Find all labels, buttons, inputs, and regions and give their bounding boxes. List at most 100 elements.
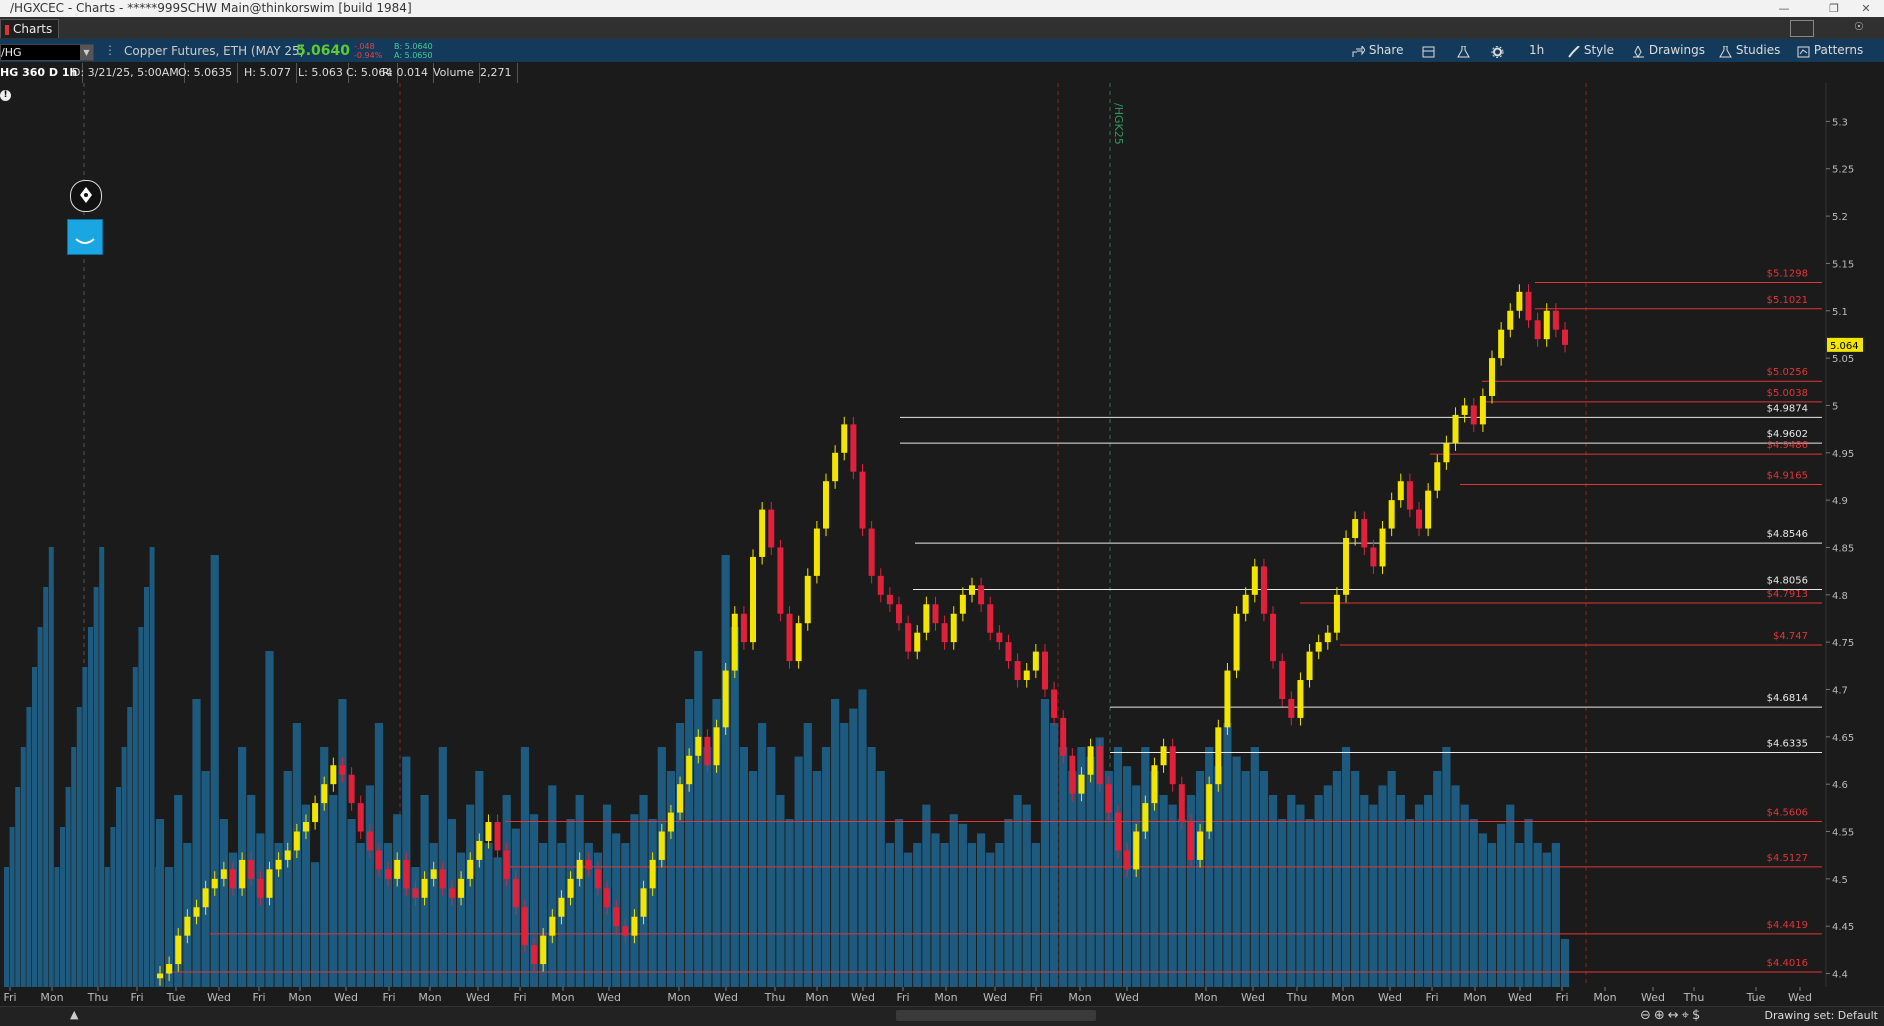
price-tick-label: 5.15 [1832, 259, 1854, 270]
volume-bar [1305, 819, 1314, 987]
link-icon[interactable]: ⋮ [104, 43, 116, 57]
volume-bar [43, 587, 49, 987]
time-tick-label: Mon [288, 991, 311, 1004]
price-level-label: $5.0256 [1767, 367, 1808, 378]
settings-button[interactable] [1491, 41, 1504, 60]
volume-bar [37, 627, 43, 987]
candle-body [823, 481, 830, 529]
volume-bar [666, 771, 676, 987]
tab-charts[interactable]: Charts [0, 19, 60, 38]
price-chart[interactable]: $5.1298 $5.1021 $5.0256 $5.0038 $4.9874 $4.96… [0, 83, 1884, 1006]
candle-body [877, 575, 884, 595]
candle-body [1087, 746, 1094, 775]
alert-icon[interactable]: ! [0, 90, 11, 101]
symbol-selector[interactable]: /HG ▼ [0, 44, 94, 61]
time-tick-label: Mon [805, 991, 828, 1004]
candle-body [1032, 651, 1039, 671]
drawing-pen-icon[interactable] [70, 180, 102, 212]
share-button[interactable]: Share [1352, 41, 1403, 60]
candle-body [1516, 291, 1523, 311]
time-tick-label: Wed [1115, 991, 1139, 1004]
candle-body [804, 575, 811, 624]
volume-bar [803, 723, 812, 987]
volume-bar [1259, 771, 1269, 987]
collapse-icon[interactable]: ▲ [70, 1008, 78, 1021]
studies-button[interactable]: Studies [1719, 41, 1780, 60]
time-tick-label: Thu [764, 991, 786, 1004]
time-tick-label: Thu [1683, 991, 1705, 1004]
volume-bar [60, 827, 65, 987]
candle-body [1270, 613, 1277, 662]
volume-bar [1177, 819, 1186, 987]
symbol-description: Copper Futures, ETH (MAY 25) [124, 44, 305, 58]
share-label: Share [1368, 43, 1404, 57]
candle-body [905, 623, 912, 652]
studies-label: Studies [1735, 43, 1781, 57]
candle-body [229, 869, 236, 889]
close-icon[interactable]: ✕ [1846, 0, 1884, 17]
price-tick-label: 4.8 [1832, 591, 1848, 602]
patterns-button[interactable]: Patterns [1797, 41, 1863, 60]
volume-bar [347, 819, 356, 987]
volume-bar [1031, 843, 1040, 987]
drawings-button[interactable]: Drawings [1632, 41, 1705, 60]
timeframe-label: 1h [1529, 43, 1545, 57]
timeframe-button[interactable]: 1h [1529, 41, 1544, 60]
volume-bar [4, 867, 9, 987]
candle-body [403, 859, 410, 889]
window-title: /HGXCEC - Charts - *****999SCHW Main@thi… [10, 1, 412, 15]
volume-bar [876, 771, 885, 987]
volume-bar [502, 795, 511, 987]
volume-bar [967, 843, 977, 987]
candle-body [1333, 594, 1340, 633]
style-label: Style [1583, 43, 1614, 57]
candle-body [649, 859, 656, 889]
price-tick-label: 5.3 [1832, 117, 1848, 128]
time-tick-label: Fri [896, 991, 909, 1004]
candle-body [1489, 358, 1496, 396]
volume-bar [54, 867, 60, 987]
pin-icon[interactable]: ☉ [1854, 20, 1864, 33]
bid-value: B: 5.0640 [394, 42, 433, 51]
chevron-down-icon[interactable]: ▼ [80, 45, 93, 60]
candle-body [1443, 443, 1450, 463]
candle-body [950, 613, 957, 643]
volume-bar [32, 667, 37, 987]
volume-bar [1405, 819, 1415, 987]
flask-button[interactable] [1457, 41, 1470, 60]
symbol-input[interactable]: /HG [1, 46, 22, 59]
grid-icon [1422, 45, 1435, 57]
style-button[interactable]: Style [1567, 41, 1614, 60]
candle-body [1160, 746, 1167, 766]
candle-body [932, 604, 939, 624]
candle-body [640, 888, 647, 917]
time-tick-label: Wed [1508, 991, 1532, 1004]
candle-body [366, 831, 373, 851]
change-value: -.048 [354, 42, 375, 51]
candle-body [211, 878, 218, 889]
horizontal-scrollbar[interactable] [896, 1010, 1096, 1021]
grid-button[interactable] [1422, 41, 1435, 60]
time-tick-label: Mon [551, 991, 574, 1004]
patterns-icon [1797, 45, 1810, 57]
volume-bar [393, 814, 402, 987]
candle-body [1251, 566, 1258, 595]
volume-bar [1323, 785, 1332, 987]
candle-body [686, 755, 693, 785]
candle-body [996, 632, 1003, 643]
zoom-controls[interactable]: ⊖⊕↔⌖$ [1640, 1008, 1703, 1023]
time-tick-label: Wed [1241, 991, 1265, 1004]
smile-widget-icon[interactable] [67, 219, 103, 255]
candle-body [1142, 803, 1149, 832]
volume-value: 2,271 [480, 63, 518, 83]
candle-body [1297, 680, 1304, 718]
price-level-label: $4.9165 [1767, 471, 1808, 482]
minimize-icon[interactable]: — [1764, 0, 1804, 17]
window-layout-icon[interactable] [1790, 20, 1814, 37]
time-tick-label: Tue [1746, 991, 1766, 1004]
candle-body [777, 547, 784, 614]
volume-bar [127, 707, 133, 987]
volume-bar [155, 867, 161, 987]
volume-bar [329, 795, 338, 987]
volume-bar [621, 843, 630, 987]
